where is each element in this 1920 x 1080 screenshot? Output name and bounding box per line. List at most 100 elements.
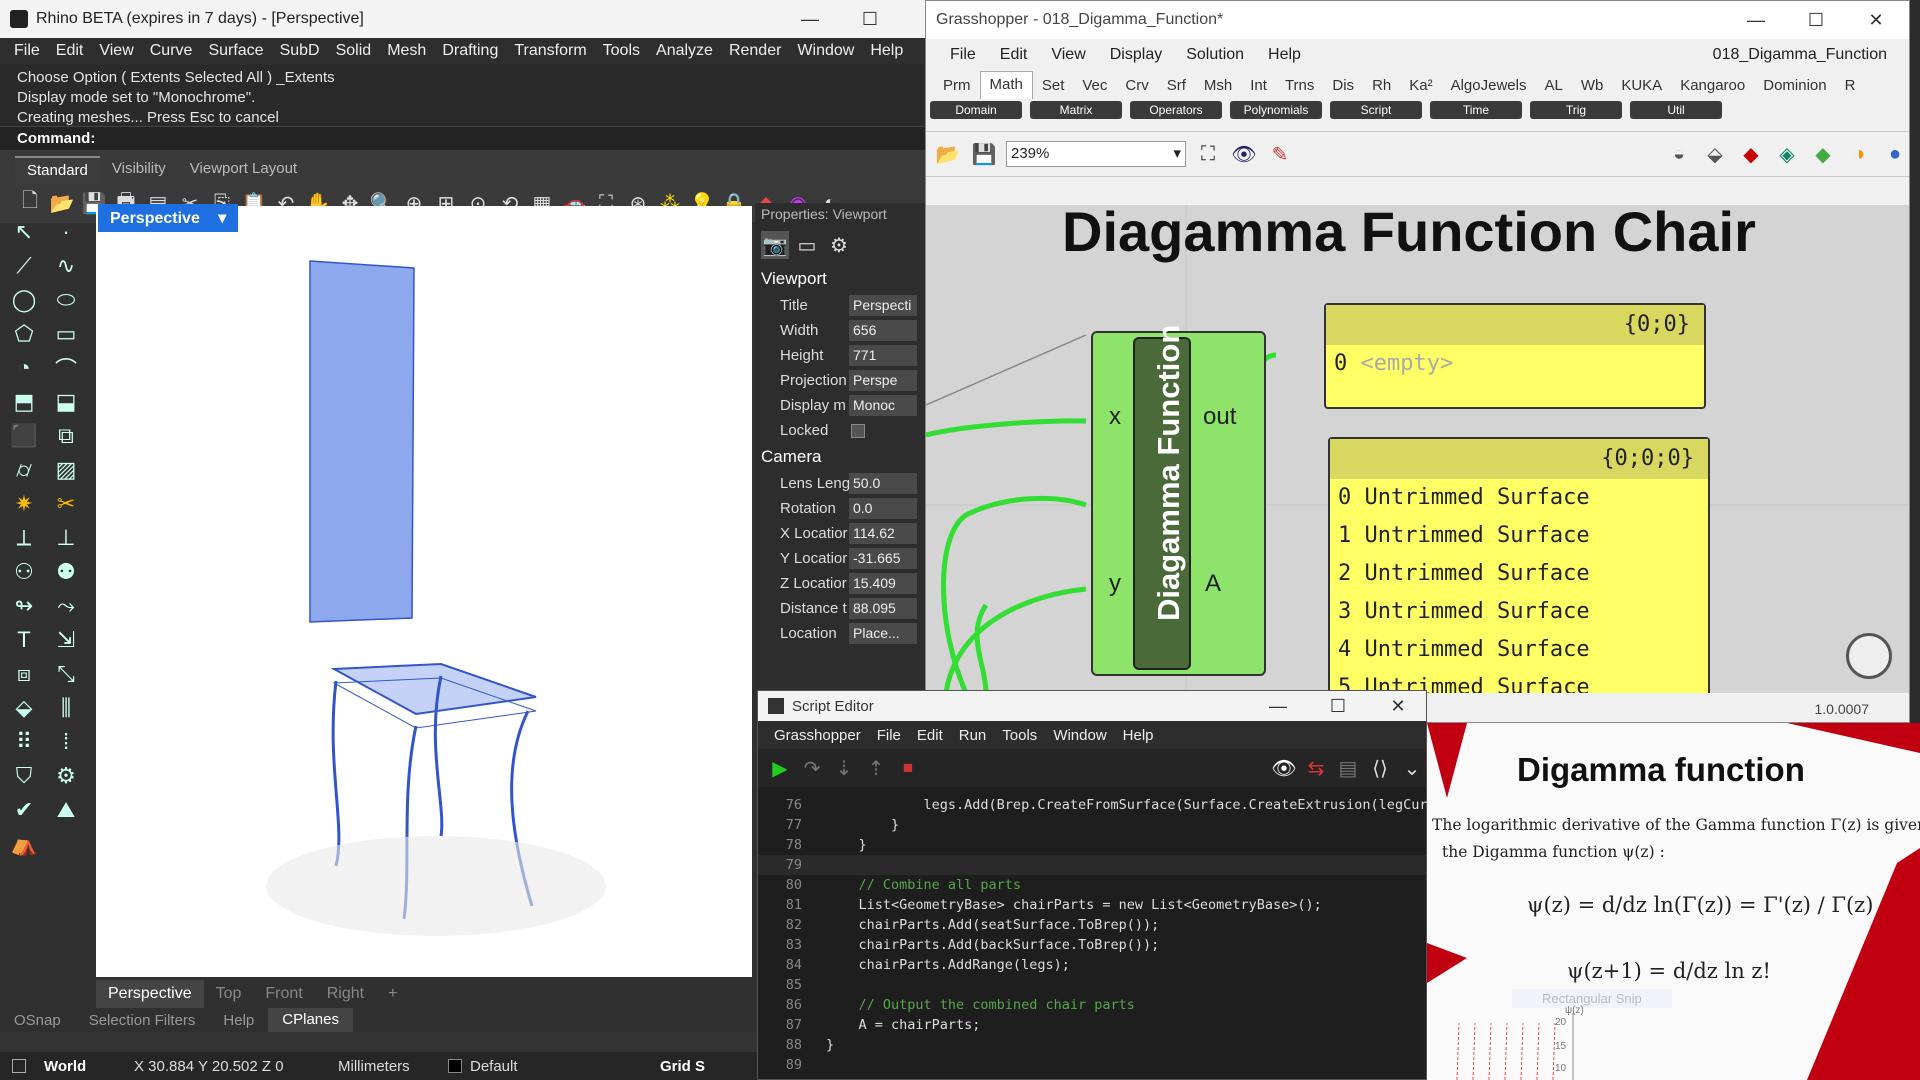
property-value[interactable]: 114.62 (849, 523, 917, 544)
distribute-icon[interactable]: ⁞ (50, 726, 82, 758)
chevron-down-icon[interactable]: ▾ (218, 210, 226, 227)
gh-subtab-time[interactable]: Time (1430, 101, 1522, 119)
property-value[interactable]: 15.409 (849, 573, 917, 594)
check-icon[interactable]: ✔ (8, 794, 40, 826)
script-menu-window[interactable]: Window (1045, 727, 1114, 744)
polygon-icon[interactable]: ⬠ (8, 318, 40, 350)
cylinder-icon[interactable]: ⌭ (8, 454, 40, 486)
menu-item-window[interactable]: Window (789, 42, 862, 60)
group-icon[interactable]: ⚇ (8, 556, 40, 588)
gh-tab-int[interactable]: Int (1241, 77, 1276, 94)
maximize-icon[interactable]: ☐ (1786, 1, 1846, 39)
script-menu-grasshopper[interactable]: Grasshopper (766, 727, 869, 744)
gh-tab-prm[interactable]: Prm (934, 77, 980, 94)
minimize-icon[interactable]: — (780, 0, 840, 38)
offset-icon[interactable]: ⤳ (50, 590, 82, 622)
panel-out[interactable]: {0;0} 0 <empty> (1324, 303, 1706, 409)
navigation-compass-icon[interactable] (1846, 633, 1892, 679)
gh-subtab-domain[interactable]: Domain (930, 101, 1022, 119)
minimize-icon[interactable]: — (1248, 691, 1308, 721)
render-sphere-icon[interactable]: ● (1881, 140, 1909, 168)
run-icon[interactable]: ▶ (766, 754, 794, 782)
close-icon[interactable]: ✕ (1846, 1, 1906, 39)
menu-item-curve[interactable]: Curve (142, 42, 201, 60)
ellipse-icon[interactable]: ⬭ (50, 284, 82, 316)
layer-swatch[interactable] (448, 1059, 462, 1073)
transform-icon[interactable]: ⧈ (8, 658, 40, 690)
property-value[interactable]: Perspecti (849, 295, 917, 316)
array-icon[interactable]: ⫼ (50, 692, 82, 724)
curve-icon[interactable]: ∿ (50, 250, 82, 282)
close-icon[interactable]: ✕ (1368, 691, 1428, 721)
viewport-icon[interactable]: ▭ (793, 231, 821, 259)
wireframe-icon[interactable]: ⬙ (1701, 140, 1729, 168)
diagamma-component[interactable]: Diagamma Function x y out A (1091, 325, 1266, 676)
rectangle-icon[interactable]: ▭ (50, 318, 82, 350)
tab-visibility[interactable]: Visibility (100, 156, 178, 183)
gh-tab-srf[interactable]: Srf (1158, 77, 1195, 94)
gh-tab-wb[interactable]: Wb (1572, 77, 1613, 94)
preview-eye-icon[interactable]: 👁 (1270, 754, 1298, 782)
gh-tab-msh[interactable]: Msh (1195, 77, 1241, 94)
script-menu-run[interactable]: Run (951, 727, 995, 744)
gh-tab-math[interactable]: Math (979, 71, 1033, 99)
surface-icon[interactable]: ⬒ (8, 386, 40, 418)
property-value[interactable]: Perspe (849, 370, 917, 391)
join-icon[interactable]: ⊥ (50, 522, 82, 554)
layer-label[interactable]: Default (470, 1058, 660, 1075)
gh-tab-trns[interactable]: Trns (1276, 77, 1323, 94)
solid-tools-icon[interactable]: ⬙ (8, 692, 40, 724)
text-icon[interactable]: T (8, 624, 40, 656)
minimize-icon[interactable]: — (1726, 1, 1786, 39)
object-props-icon[interactable]: ⚙ (825, 231, 853, 259)
gh-subtab-operators[interactable]: Operators (1130, 101, 1222, 119)
gh-subtab-polynomials[interactable]: Polynomials (1230, 101, 1322, 119)
split-icon[interactable]: ⟂ (8, 522, 40, 554)
panel-tab-help[interactable]: Help (209, 1012, 268, 1029)
input-y[interactable]: y (1109, 570, 1121, 598)
gh-subtab-util[interactable]: Util (1630, 101, 1722, 119)
menu-item-solid[interactable]: Solid (328, 42, 380, 60)
stop-icon[interactable]: ⏹ (894, 754, 922, 782)
menu-item-view[interactable]: View (91, 42, 141, 60)
menu-item-transform[interactable]: Transform (506, 42, 594, 60)
gh-tab-ka²[interactable]: Ka² (1400, 77, 1441, 94)
step-into-icon[interactable]: ⇣ (830, 754, 858, 782)
panel-tab-osnap[interactable]: OSnap (0, 1012, 75, 1029)
viewport-label[interactable]: Perspective ▾ (98, 204, 239, 232)
property-value[interactable]: 0.0 (849, 498, 917, 519)
gh-subtab-matrix[interactable]: Matrix (1030, 101, 1122, 119)
open-file-icon[interactable]: 📂 (934, 140, 962, 168)
units-label[interactable]: Millimeters (338, 1058, 448, 1075)
grid-snap[interactable]: Grid S (660, 1058, 705, 1075)
script-menu-file[interactable]: File (869, 727, 909, 744)
step-out-icon[interactable]: ⇡ (862, 754, 890, 782)
menu-item-render[interactable]: Render (721, 42, 789, 60)
panel-tab-selection-filters[interactable]: Selection Filters (75, 1012, 210, 1029)
ungroup-icon[interactable]: ⚉ (50, 556, 82, 588)
gh-tab-kangaroo[interactable]: Kangaroo (1671, 77, 1754, 94)
gh-tab-crv[interactable]: Crv (1116, 77, 1157, 94)
tab-viewport-layout[interactable]: Viewport Layout (178, 156, 309, 183)
locked-checkbox[interactable] (851, 423, 865, 438)
document-preview-icon[interactable]: ◆ (1809, 140, 1837, 168)
property-value[interactable]: 656 (849, 320, 917, 341)
tab-standard[interactable]: Standard (15, 156, 100, 183)
property-value[interactable]: 88.095 (849, 598, 917, 619)
drafting-icon[interactable]: ⛉ (8, 760, 40, 792)
menu-item-drafting[interactable]: Drafting (434, 42, 506, 60)
gh-tab-vec[interactable]: Vec (1073, 77, 1116, 94)
gh-tab-rh[interactable]: Rh (1363, 77, 1400, 94)
gh-menu-edit[interactable]: Edit (988, 46, 1040, 64)
boolean-icon[interactable]: ⧉ (50, 420, 82, 452)
preview-mode-icon[interactable]: ◒ (1665, 140, 1693, 168)
loft-icon[interactable]: ⬓ (50, 386, 82, 418)
preview-eye-icon[interactable]: 👁 (1230, 140, 1258, 168)
select-arrow-icon[interactable]: ↖ (8, 216, 40, 248)
gh-subtab-script[interactable]: Script (1330, 101, 1422, 119)
gh-tab-r[interactable]: R (1836, 77, 1865, 94)
script-menu-edit[interactable]: Edit (909, 727, 951, 744)
property-value[interactable]: Place... (849, 623, 917, 644)
gh-menu-display[interactable]: Display (1098, 46, 1174, 64)
arc-icon[interactable]: ◔ (8, 352, 40, 384)
